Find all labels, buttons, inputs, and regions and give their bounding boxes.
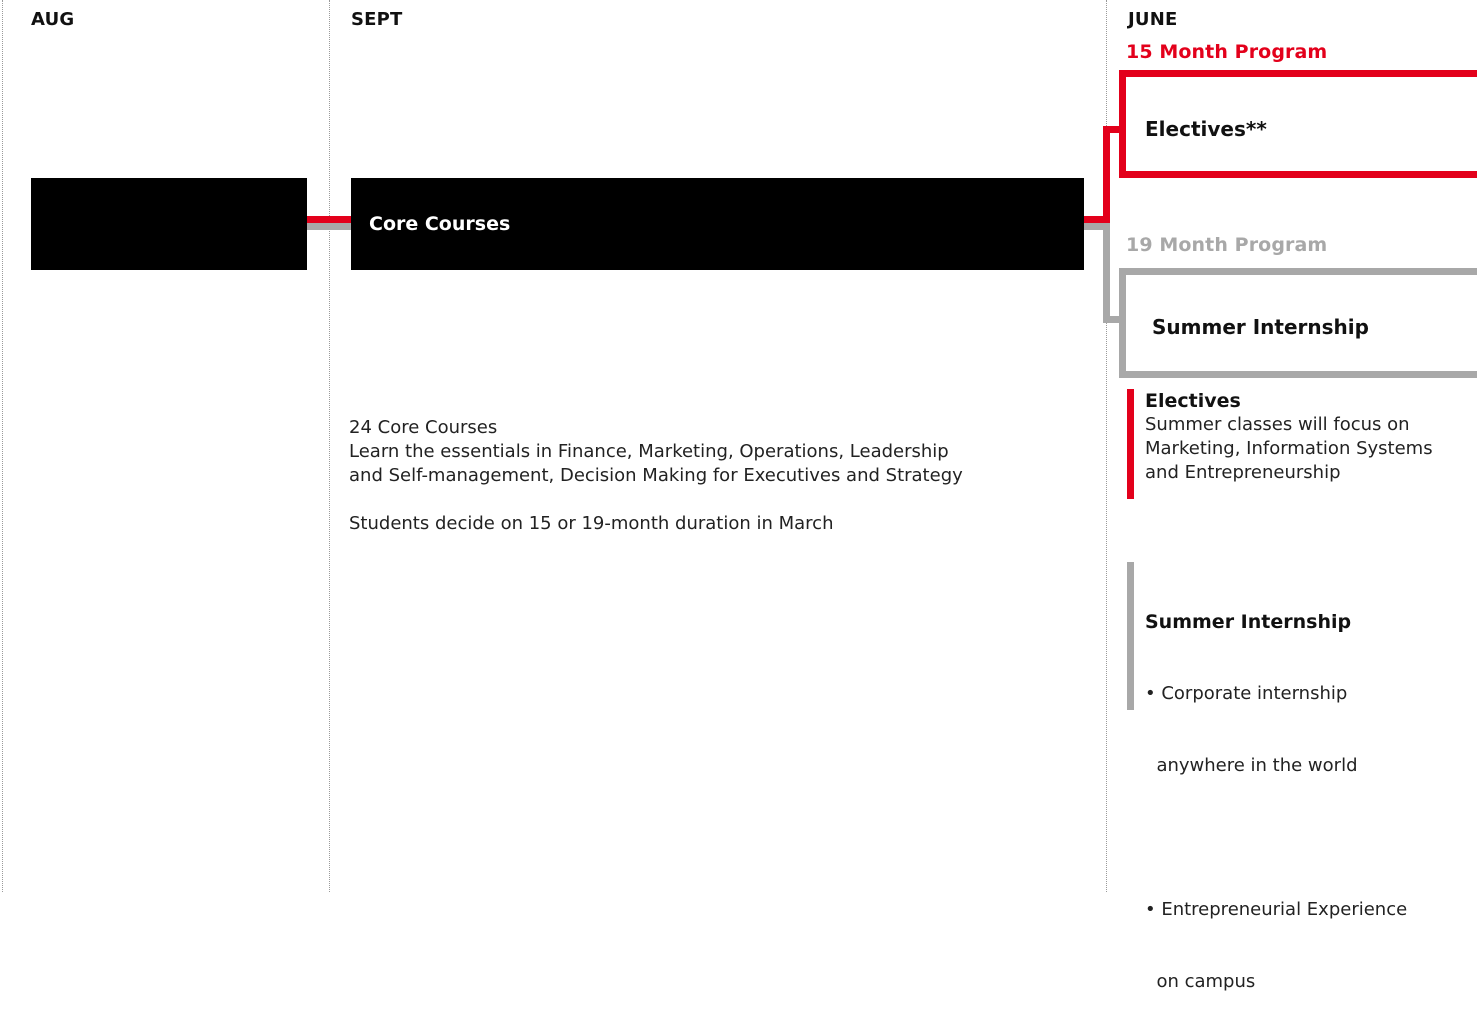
branch-red-vertical — [1103, 126, 1110, 223]
electives-info-title: Electives — [1145, 390, 1241, 412]
month-header-june: JUNE — [1128, 9, 1178, 30]
core-description-line: Students decide on 15 or 19-month durati… — [349, 513, 834, 534]
electives-info: Electives Summer classes will focus on M… — [1145, 389, 1433, 485]
core-courses-label: Core Courses — [369, 213, 511, 235]
program-19-label: 19 Month Program — [1126, 234, 1328, 256]
core-description-line: Learn the essentials in Finance, Marketi… — [349, 441, 949, 462]
electives-box-label: Electives** — [1145, 117, 1267, 141]
connector-gray-aug-sept — [307, 223, 351, 230]
internship-info-line: anywhere in the world — [1145, 755, 1358, 776]
electives-info-bar — [1127, 389, 1134, 499]
summer-internship-box: Summer Internship — [1119, 268, 1477, 378]
core-description-line — [349, 488, 963, 512]
core-description-line: and Self-management, Decision Making for… — [349, 465, 963, 486]
core-description: 24 Core Courses Learn the essentials in … — [349, 416, 963, 536]
electives-info-line: Summer classes will focus on — [1145, 414, 1410, 435]
internship-info-line: on campus — [1145, 971, 1256, 992]
core-courses-block: Core Courses — [351, 178, 1084, 270]
month-header-aug: AUG — [31, 9, 75, 30]
internship-info-line: • Entrepreneurial Experience — [1145, 899, 1408, 920]
internship-info: Summer Internship • Corporate internship… — [1145, 562, 1407, 1018]
internship-info-line — [1145, 826, 1407, 850]
internship-info-title: Summer Internship — [1145, 611, 1352, 633]
column-divider-aug — [2, 0, 3, 892]
electives-info-line: Marketing, Information Systems — [1145, 438, 1433, 459]
column-divider-sept — [329, 0, 330, 892]
summer-internship-box-label: Summer Internship — [1152, 315, 1369, 339]
electives-info-line: and Entrepreneurship — [1145, 462, 1341, 483]
electives-box: Electives** — [1119, 70, 1477, 178]
internship-info-line: • Corporate internship — [1145, 683, 1348, 704]
internship-info-bar — [1127, 562, 1134, 710]
core-description-line: 24 Core Courses — [349, 417, 498, 438]
aug-phase-block — [31, 178, 307, 270]
connector-red-aug-sept — [307, 216, 351, 223]
month-header-sept: SEPT — [351, 9, 403, 30]
branch-gray-vertical — [1103, 223, 1110, 323]
program-15-label: 15 Month Program — [1126, 41, 1328, 63]
